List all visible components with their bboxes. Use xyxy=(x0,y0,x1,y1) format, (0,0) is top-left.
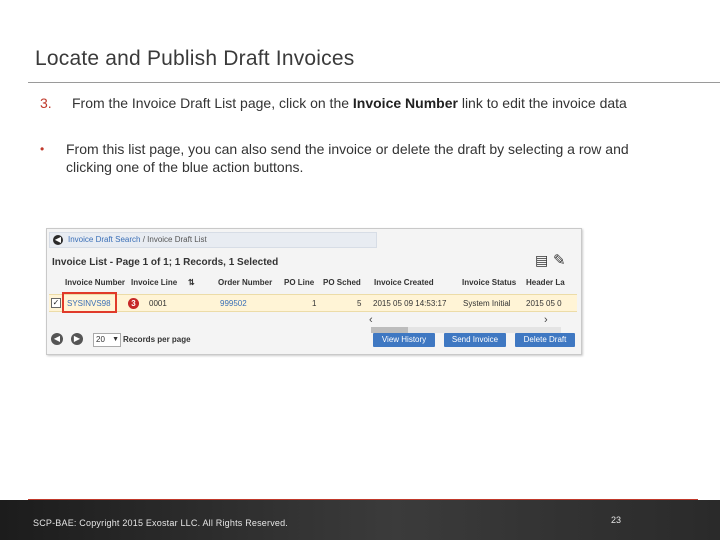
view-history-button[interactable]: View History xyxy=(373,333,435,347)
edit-icon[interactable]: ✎ xyxy=(553,251,566,269)
chevron-down-icon: ▼ xyxy=(112,336,119,343)
invoice-number-highlight xyxy=(62,292,117,313)
col-sort-icon[interactable]: ⇅ xyxy=(188,278,195,287)
cell-header-la: 2015 05 0 xyxy=(526,299,562,308)
breadcrumb: ◀ Invoice Draft Search / Invoice Draft L… xyxy=(49,232,377,248)
invoice-draft-list-screenshot: ◀ Invoice Draft Search / Invoice Draft L… xyxy=(46,228,582,355)
col-invoice-line[interactable]: Invoice Line xyxy=(131,278,177,287)
records-per-page-select[interactable]: 20 ▼ xyxy=(93,333,121,347)
slide-title: Locate and Publish Draft Invoices xyxy=(35,47,355,70)
col-order-number[interactable]: Order Number xyxy=(218,278,272,287)
cell-po-line: 1 xyxy=(312,299,317,308)
cell-invoice-status: System Initial xyxy=(463,299,511,308)
list-title: Invoice List - Page 1 of 1; 1 Records, 1… xyxy=(52,257,279,268)
pager: ◀ ▶ 20 ▼ Records per page xyxy=(49,331,249,349)
cell-invoice-line: 0001 xyxy=(149,299,167,308)
cell-invoice-created: 2015 05 09 14:53:17 xyxy=(373,299,447,308)
export-document-icon[interactable]: ▤ xyxy=(535,252,548,269)
row-checkbox[interactable]: ✓ xyxy=(51,298,61,308)
scroll-left-icon[interactable]: ‹ xyxy=(369,314,373,326)
horizontal-scrollbar[interactable]: ‹ › xyxy=(369,314,561,333)
breadcrumb-invoice-draft-search[interactable]: Invoice Draft Search xyxy=(68,235,140,244)
scroll-right-icon[interactable]: › xyxy=(544,314,548,326)
step-badge: 3 xyxy=(128,298,139,309)
send-invoice-button[interactable]: Send Invoice xyxy=(444,333,506,347)
col-header-la[interactable]: Header La xyxy=(526,278,565,287)
cell-po-sched: 5 xyxy=(357,299,362,308)
bullet-marker: • xyxy=(40,142,45,156)
step-number: 3. xyxy=(40,95,52,111)
col-po-line[interactable]: PO Line xyxy=(284,278,314,287)
records-per-page-label: Records per page xyxy=(123,335,191,344)
col-invoice-created[interactable]: Invoice Created xyxy=(374,278,434,287)
next-page-icon[interactable]: ▶ xyxy=(71,333,83,345)
col-invoice-number[interactable]: Invoice Number xyxy=(65,278,125,287)
title-divider xyxy=(28,82,720,83)
footer-copyright: SCP-BAE: Copyright 2015 Exostar LLC. All… xyxy=(33,518,289,528)
prev-page-icon[interactable]: ◀ xyxy=(51,333,63,345)
delete-draft-button[interactable]: Delete Draft xyxy=(515,333,575,347)
page-number: 23 xyxy=(611,515,622,525)
order-number-link[interactable]: 999502 xyxy=(220,299,247,308)
col-po-sched[interactable]: PO Sched xyxy=(323,278,361,287)
invoice-number-emphasis: Invoice Number xyxy=(352,95,458,111)
col-invoice-status[interactable]: Invoice Status xyxy=(462,278,516,287)
table-header: Invoice Number Invoice Line ⇅ Order Numb… xyxy=(49,275,577,291)
breadcrumb-current: Invoice Draft List xyxy=(147,235,207,244)
step-3-text: From the Invoice Draft List page, click … xyxy=(72,95,627,111)
back-arrow-icon[interactable]: ◀ xyxy=(53,235,63,245)
bullet-note-text: From this list page, you can also send t… xyxy=(66,141,629,175)
